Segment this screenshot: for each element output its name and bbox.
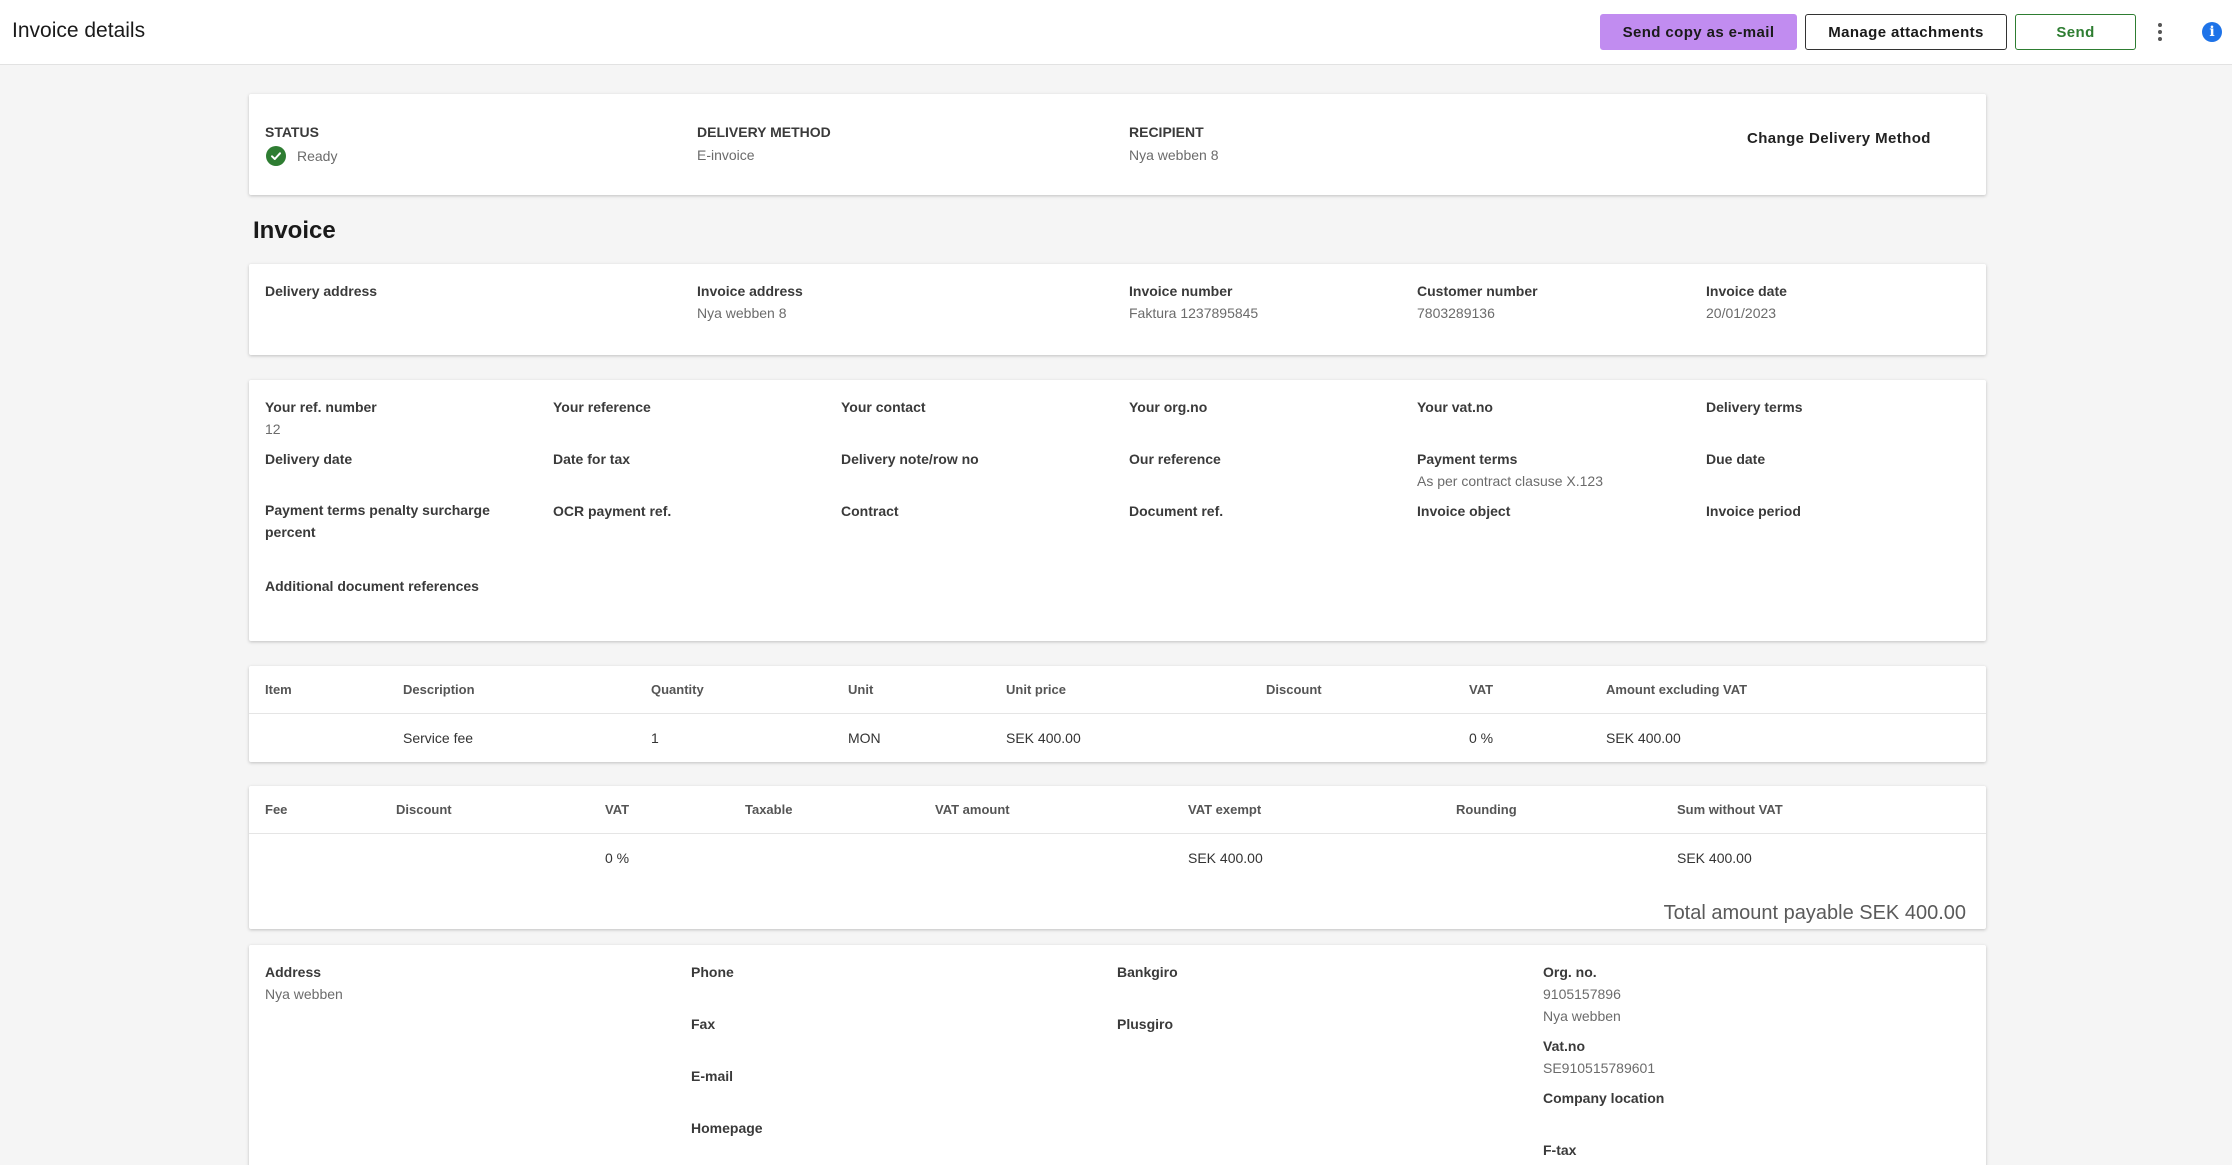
payment-terms-value: As per contract clasuse X.123 [1417, 473, 1603, 489]
status-card: STATUS Ready DELIVERY METHOD E-invoice R… [249, 94, 1986, 195]
items-header-amount-excl-vat: Amount excluding VAT [1606, 682, 1748, 697]
fees-header-vat-exempt: VAT exempt [1188, 802, 1262, 817]
items-header-divider [249, 713, 1986, 714]
seller-ftax-label: F-tax [1543, 1142, 1577, 1158]
total-amount-payable: Total amount payable SEK 400.00 [1663, 902, 1966, 924]
fees-cell-vat-exempt: SEK 400.00 [1188, 850, 1263, 866]
items-cell-amount-excl-vat: SEK 400.00 [1606, 730, 1681, 746]
invoice-number-label: Invoice number [1129, 283, 1233, 299]
items-cell-description: Service fee [403, 730, 474, 746]
fees-header-fee: Fee [265, 802, 288, 817]
seller-org-no-label: Org. no. [1543, 964, 1597, 980]
seller-homepage-label: Homepage [691, 1120, 763, 1136]
items-header-unit: Unit [848, 682, 874, 697]
seller-org-name-value: Nya webben [1543, 1008, 1621, 1024]
send-button[interactable]: Send [2015, 14, 2136, 50]
items-header-vat: VAT [1469, 682, 1494, 697]
your-org-no-label: Your org.no [1129, 399, 1208, 415]
info-icon[interactable]: i [2202, 22, 2222, 42]
invoice-address-label: Invoice address [697, 283, 803, 299]
penalty-surcharge-label: Payment terms penalty surcharge percent [265, 502, 490, 540]
page-title: Invoice details [12, 19, 146, 42]
change-delivery-method-button[interactable]: Change Delivery Method [1747, 130, 1931, 147]
seller-info-card: Address Nya webben Phone Fax E-mail Home… [249, 945, 1986, 1165]
delivery-method-label: DELIVERY METHOD [697, 124, 831, 140]
your-vat-no-label: Your vat.no [1417, 399, 1493, 415]
seller-plusgiro-label: Plusgiro [1117, 1016, 1174, 1032]
items-cell-quantity: 1 [651, 730, 659, 746]
items-header-discount: Discount [1266, 682, 1322, 697]
manage-attachments-button[interactable]: Manage attachments [1805, 14, 2007, 50]
fees-header-vat-amount: VAT amount [935, 802, 1010, 817]
fees-header-vat: VAT [605, 802, 630, 817]
items-table: Item Description Quantity Unit Unit pric… [249, 666, 1986, 762]
kebab-menu-icon[interactable] [2150, 18, 2170, 46]
fees-header-taxable: Taxable [745, 802, 793, 817]
delivery-terms-label: Delivery terms [1706, 399, 1803, 415]
customer-number-value: 7803289136 [1417, 305, 1495, 321]
items-header-unit-price: Unit price [1006, 682, 1066, 697]
document-ref-label: Document ref. [1129, 503, 1224, 519]
check-circle-icon [266, 146, 286, 166]
seller-vat-no-label: Vat.no [1543, 1038, 1586, 1054]
status-label: STATUS [265, 124, 319, 140]
seller-address-value: Nya webben [265, 986, 343, 1002]
invoice-number-value: Faktura 1237895845 [1129, 305, 1259, 321]
items-header-description: Description [403, 682, 475, 697]
vat-summary-table: Fee Discount VAT Taxable VAT amount VAT … [249, 786, 1986, 929]
items-cell-unit-price: SEK 400.00 [1006, 730, 1081, 746]
items-header-quantity: Quantity [651, 682, 704, 697]
seller-fax-label: Fax [691, 1016, 716, 1032]
delivery-note-label: Delivery note/row no [841, 451, 979, 467]
fees-header-discount: Discount [396, 802, 452, 817]
seller-email-label: E-mail [691, 1068, 734, 1084]
invoice-summary-card: Delivery address Invoice address Nya web… [249, 264, 1986, 355]
our-reference-label: Our reference [1129, 451, 1221, 467]
ocr-payment-ref-label: OCR payment ref. [553, 503, 672, 519]
seller-company-location-label: Company location [1543, 1090, 1665, 1106]
top-bar: Invoice details Send copy as e-mail Mana… [0, 0, 2232, 65]
items-cell-unit: MON [848, 730, 881, 746]
date-for-tax-label: Date for tax [553, 451, 631, 467]
your-contact-label: Your contact [841, 399, 926, 415]
delivery-method-value: E-invoice [697, 147, 755, 163]
seller-org-no-value: 9105157896 [1543, 986, 1621, 1002]
your-ref-number-label: Your ref. number [265, 399, 377, 415]
customer-number-label: Customer number [1417, 283, 1538, 299]
delivery-address-label: Delivery address [265, 283, 378, 299]
status-value: Ready [297, 148, 338, 164]
contract-label: Contract [841, 503, 899, 519]
seller-bankgiro-label: Bankgiro [1117, 964, 1178, 980]
fees-header-rounding: Rounding [1456, 802, 1517, 817]
invoice-object-label: Invoice object [1417, 503, 1511, 519]
items-header-item: Item [265, 682, 292, 697]
seller-address-label: Address [265, 964, 322, 980]
invoice-period-label: Invoice period [1706, 503, 1801, 519]
your-reference-label: Your reference [553, 399, 651, 415]
payment-terms-label: Payment terms [1417, 451, 1518, 467]
fees-header-divider [249, 833, 1986, 834]
your-ref-number-value: 12 [265, 421, 281, 437]
seller-vat-no-value: SE910515789601 [1543, 1060, 1656, 1076]
additional-document-refs-label: Additional document references [265, 578, 479, 594]
seller-phone-label: Phone [691, 964, 734, 980]
recipient-value: Nya webben 8 [1129, 147, 1219, 163]
fees-cell-vat: 0 % [605, 850, 630, 866]
fees-cell-sum-without-vat: SEK 400.00 [1677, 850, 1752, 866]
items-cell-vat: 0 % [1469, 730, 1494, 746]
due-date-label: Due date [1706, 451, 1766, 467]
invoice-details-card: Your ref. number 12 Your reference Your … [249, 380, 1986, 641]
fees-header-sum-without-vat: Sum without VAT [1677, 802, 1783, 817]
delivery-date-label: Delivery date [265, 451, 353, 467]
recipient-label: RECIPIENT [1129, 124, 1204, 140]
invoice-address-value: Nya webben 8 [697, 305, 787, 321]
invoice-section-title: Invoice [253, 217, 336, 244]
invoice-date-label: Invoice date [1706, 283, 1787, 299]
send-copy-email-button[interactable]: Send copy as e-mail [1600, 14, 1797, 50]
invoice-date-value: 20/01/2023 [1706, 305, 1777, 321]
